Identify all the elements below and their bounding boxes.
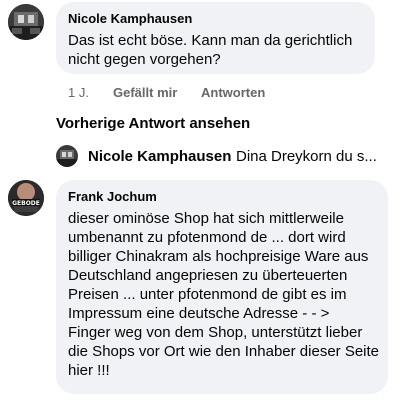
comment-text-line: die Shops vor Ort wie den Inhaber dieser…	[68, 343, 380, 360]
comment-text-line: billiger Chinakram als hochpreisige Ware…	[68, 248, 369, 265]
comment-author[interactable]: Nicole Kamphausen	[68, 11, 192, 27]
reply-button[interactable]: Antworten	[201, 85, 265, 101]
comment-time[interactable]: 1 J.	[68, 85, 89, 101]
avatar[interactable]: GEBODE	[8, 180, 44, 216]
comment-bubble: Frank Jochum dieser ominöse Shop hat sic…	[56, 180, 388, 394]
reply-preview[interactable]: Nicole Kamphausen Dina Dreykorn du s...	[56, 143, 396, 169]
comment-bubble: Nicole Kamphausen Das ist echt böse. Kan…	[56, 2, 375, 74]
view-previous-replies-link[interactable]: Vorherige Antwort ansehen	[56, 114, 250, 133]
reply-author: Nicole Kamphausen	[88, 148, 232, 165]
comment-text-line: Deutschland angepriesen zu überteuerten	[68, 267, 348, 284]
comment-text-line: umbenannt zu pfotenmond de ... dort wird	[68, 229, 346, 246]
avatar-photo	[8, 4, 44, 40]
comment-thread: Nicole Kamphausen Das ist echt böse. Kan…	[0, 0, 400, 400]
comment-text-line: dieser ominöse Shop hat sich mittlerweil…	[68, 210, 344, 227]
comment-author[interactable]: Frank Jochum	[68, 189, 157, 205]
comment-text: dieser ominöse Shop hat sich mittlerweil…	[68, 209, 379, 380]
comment-text-line: nicht gegen vorgehen?	[68, 51, 221, 68]
reply-snippet: Dina Dreykorn du s...	[236, 148, 377, 165]
comment-text: Das ist echt böse. Kann man da gerichtli…	[68, 31, 352, 69]
comment-text-line: hier !!!	[68, 362, 110, 379]
avatar-photo	[56, 145, 78, 167]
comment-text-line: Impressum eine deutsche Adresse - - >	[68, 305, 330, 322]
comment-text-line: Preisen ... unter pfotenmond de gibt es …	[68, 286, 347, 303]
comment-text-line: Das ist echt böse. Kann man da gerichtli…	[68, 32, 353, 49]
avatar-text: GEBODE	[12, 200, 40, 207]
reply-avatar	[56, 145, 78, 167]
like-button[interactable]: Gefällt mir	[113, 85, 177, 101]
avatar[interactable]	[8, 4, 44, 40]
comment-actions: 1 J. Gefällt mir Antworten	[0, 85, 400, 101]
avatar-photo	[8, 180, 44, 216]
comment-text-line: Finger weg von dem Shop, unterstützt lie…	[68, 324, 363, 341]
